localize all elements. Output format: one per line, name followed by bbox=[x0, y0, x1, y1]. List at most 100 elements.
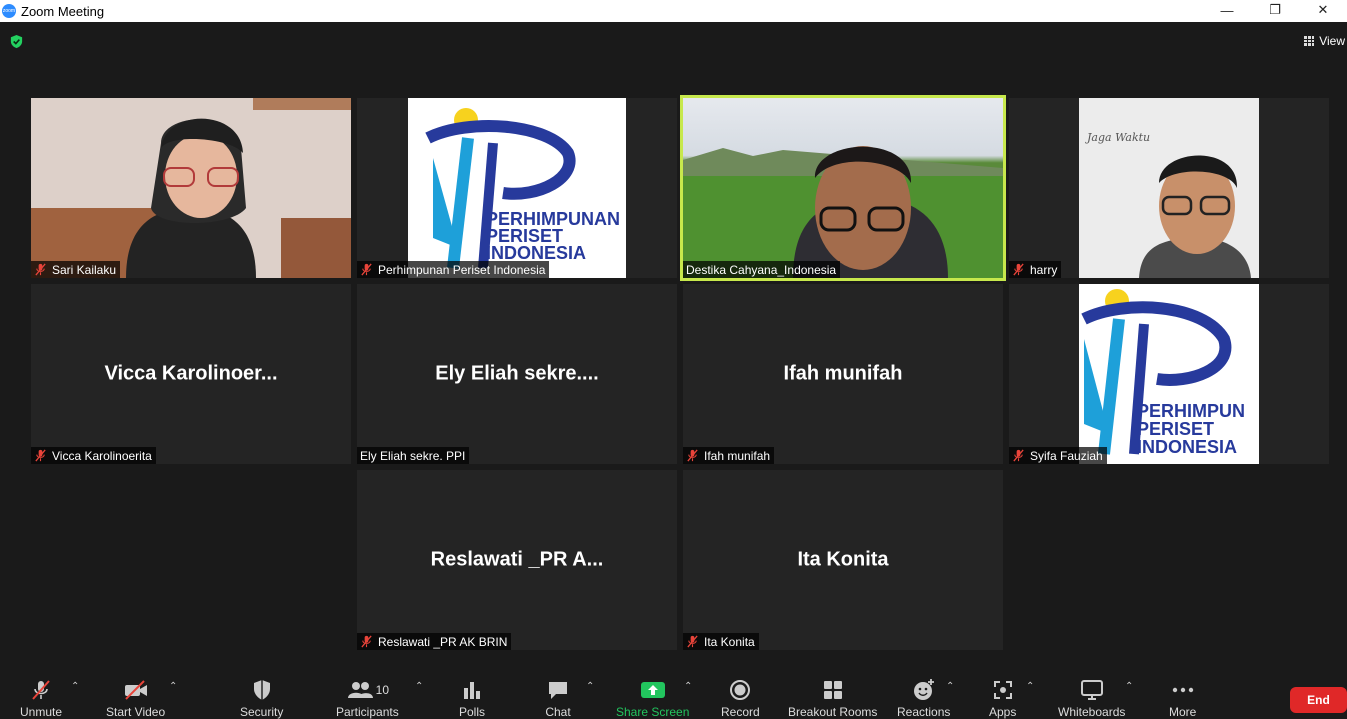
reactions-options-caret[interactable]: ⌃ bbox=[946, 681, 954, 692]
breakout-rooms-icon bbox=[820, 678, 846, 702]
participant-name-label: Syifa Fauziah bbox=[1030, 448, 1103, 463]
maximize-button[interactable]: ❐ bbox=[1251, 0, 1299, 20]
record-label: Record bbox=[721, 705, 760, 719]
organization-logo: PERHIMPUNAN PERISET INDONESIA bbox=[408, 98, 626, 278]
participant-name-label: Ifah munifah bbox=[704, 448, 771, 463]
participants-button[interactable]: 10 Participants bbox=[336, 678, 399, 719]
whiteboards-button[interactable]: Whiteboards bbox=[1058, 678, 1125, 719]
whiteboards-options-caret[interactable]: ⌃ bbox=[1125, 681, 1133, 692]
participants-options-caret[interactable]: ⌃ bbox=[415, 681, 423, 692]
participant-name-label: harry bbox=[1030, 262, 1058, 277]
apps-button[interactable]: Apps bbox=[989, 678, 1016, 719]
participant-name-label: Vicca Karolinoerita bbox=[52, 448, 152, 463]
polls-button[interactable]: Polls bbox=[459, 678, 485, 719]
participant-name-label: Perhimpunan Periset Indonesia bbox=[378, 262, 546, 277]
video-tile[interactable]: Sari Kailaku bbox=[31, 98, 351, 278]
video-tile[interactable]: Reslawati _PR A... Reslawati _PR AK BRIN bbox=[357, 470, 677, 650]
muted-mic-icon bbox=[687, 635, 698, 648]
logo-text-line3: INDONESIA bbox=[486, 243, 587, 263]
unmute-label: Unmute bbox=[20, 705, 63, 719]
chat-label: Chat bbox=[545, 705, 571, 719]
logo-text-line1: PERHIMPUN bbox=[1137, 401, 1246, 421]
breakout-rooms-label: Breakout Rooms bbox=[788, 705, 878, 719]
muted-microphone-icon bbox=[28, 678, 54, 702]
security-shield-icon bbox=[249, 678, 275, 702]
participant-display-name: Ita Konita bbox=[797, 548, 889, 571]
participants-label: Participants bbox=[336, 705, 399, 719]
logo-text-line3: INDONESIA bbox=[1137, 437, 1238, 457]
audio-options-caret[interactable]: ⌃ bbox=[71, 681, 79, 692]
participant-name-label: Ely Eliah sekre. PPI bbox=[360, 448, 466, 463]
muted-mic-icon bbox=[361, 635, 372, 648]
meeting-toolbar: Unmute ⌃ Start Video ⌃ Security 10 Parti… bbox=[0, 669, 1347, 719]
record-icon bbox=[727, 678, 753, 702]
view-button[interactable]: View bbox=[1304, 34, 1347, 48]
video-tile[interactable]: Ifah munifah Ifah munifah bbox=[683, 284, 1003, 464]
muted-mic-icon bbox=[361, 263, 372, 276]
security-label: Security bbox=[240, 705, 284, 719]
video-tile[interactable]: Jaga Waktu harry bbox=[1009, 98, 1329, 278]
apps-options-caret[interactable]: ⌃ bbox=[1026, 681, 1034, 692]
logo-text-line2: PERISET bbox=[1137, 419, 1215, 439]
participant-name-label: Destika Cahyana_Indonesia bbox=[686, 262, 837, 277]
share-options-caret[interactable]: ⌃ bbox=[684, 681, 692, 692]
more-label: More bbox=[1169, 705, 1197, 719]
chat-button[interactable]: Chat bbox=[545, 678, 571, 719]
share-screen-icon bbox=[640, 678, 666, 702]
video-tile[interactable]: Ely Eliah sekre.... Ely Eliah sekre. PPI bbox=[357, 284, 677, 464]
video-tile[interactable]: PERHIMPUNAN PERISET INDONESIA Perhimpuna… bbox=[357, 98, 677, 278]
muted-mic-icon bbox=[1013, 449, 1024, 462]
participant-name-label: Ita Konita bbox=[704, 634, 755, 649]
muted-mic-icon bbox=[35, 449, 46, 462]
zoom-app-icon: zoom bbox=[2, 4, 16, 18]
grid-view-icon bbox=[1304, 36, 1315, 46]
participant-video bbox=[683, 98, 1003, 278]
share-screen-button[interactable]: Share Screen bbox=[616, 678, 689, 719]
share-screen-label: Share Screen bbox=[616, 705, 690, 719]
chat-options-caret[interactable]: ⌃ bbox=[586, 681, 594, 692]
participant-display-name: Vicca Karolinoer... bbox=[104, 362, 278, 385]
apps-label: Apps bbox=[989, 705, 1017, 719]
participants-icon bbox=[347, 682, 373, 698]
unmute-button[interactable]: Unmute bbox=[20, 678, 62, 719]
participant-display-name: Reslawati _PR A... bbox=[430, 548, 604, 571]
video-tile[interactable]: Ita Konita Ita Konita bbox=[683, 470, 1003, 650]
security-button[interactable]: Security bbox=[240, 678, 283, 719]
participant-display-name: Ely Eliah sekre.... bbox=[435, 362, 599, 385]
breakout-rooms-button[interactable]: Breakout Rooms bbox=[788, 678, 877, 719]
record-button[interactable]: Record bbox=[721, 678, 760, 719]
chat-bubble-icon bbox=[545, 678, 571, 702]
participant-video: Jaga Waktu bbox=[1079, 98, 1259, 278]
whiteboards-label: Whiteboards bbox=[1058, 705, 1126, 719]
whiteboard-icon bbox=[1079, 678, 1105, 702]
apps-icon bbox=[990, 678, 1016, 702]
reactions-smiley-icon bbox=[911, 678, 937, 702]
more-button[interactable]: More bbox=[1169, 678, 1196, 719]
window-title-bar: zoom Zoom Meeting — ❐ ✕ bbox=[0, 0, 1347, 22]
video-options-caret[interactable]: ⌃ bbox=[169, 681, 177, 692]
video-tile[interactable]: Vicca Karolinoer... Vicca Karolinoerita bbox=[31, 284, 351, 464]
muted-mic-icon bbox=[1013, 263, 1024, 276]
more-dots-icon bbox=[1170, 678, 1196, 702]
participant-name-label: Reslawati _PR AK BRIN bbox=[378, 634, 508, 649]
end-meeting-button[interactable]: End bbox=[1290, 687, 1347, 713]
view-label: View bbox=[1319, 34, 1345, 48]
polls-bar-icon bbox=[459, 678, 485, 702]
start-video-label: Start Video bbox=[106, 705, 166, 719]
video-tile[interactable]: PERHIMPUN PERISET INDONESIA Syifa Fauzia… bbox=[1009, 284, 1329, 464]
close-button[interactable]: ✕ bbox=[1299, 0, 1347, 20]
encryption-shield-icon[interactable] bbox=[9, 34, 24, 49]
participants-count: 10 bbox=[375, 683, 390, 697]
start-video-button[interactable]: Start Video bbox=[106, 678, 165, 719]
participant-video bbox=[31, 98, 351, 278]
muted-mic-icon bbox=[35, 263, 46, 276]
video-tile-active-speaker[interactable]: Destika Cahyana_Indonesia bbox=[680, 95, 1006, 281]
participant-display-name: Ifah munifah bbox=[783, 362, 903, 385]
polls-label: Polls bbox=[459, 705, 486, 719]
muted-mic-icon bbox=[687, 449, 698, 462]
organization-logo: PERHIMPUN PERISET INDONESIA bbox=[1079, 284, 1259, 464]
participant-name-label: Sari Kailaku bbox=[52, 262, 117, 277]
window-title: Zoom Meeting bbox=[21, 3, 105, 19]
reactions-button[interactable]: Reactions bbox=[897, 678, 950, 719]
minimize-button[interactable]: — bbox=[1203, 0, 1251, 20]
